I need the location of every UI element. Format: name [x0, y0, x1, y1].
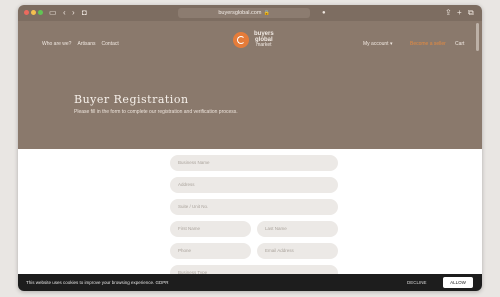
page-title: Buyer Registration [74, 93, 189, 106]
nav-who-are-we[interactable]: Who are we? [42, 41, 71, 47]
browser-window: ▭ ‹ › ◘ buyersglobal.com 🔒 ● ⇪ + ⧉ Who ar… [18, 5, 482, 291]
email-input[interactable]: Email Address [257, 243, 338, 259]
address-input[interactable]: Address [170, 177, 338, 193]
suite-input[interactable]: Suite / Unit No. [170, 199, 338, 215]
allow-button[interactable]: ALLOW [443, 277, 473, 288]
page-scrollbar[interactable] [476, 23, 479, 51]
minimize-window-button[interactable] [31, 10, 36, 15]
close-window-button[interactable] [24, 10, 29, 15]
back-icon[interactable]: ‹ [63, 7, 66, 19]
nav-contact[interactable]: Contact [102, 41, 119, 47]
tabs-icon[interactable]: ⧉ [468, 7, 474, 19]
first-name-input[interactable]: First Name [170, 221, 251, 237]
cart-link[interactable]: Cart [455, 41, 464, 47]
address-bar[interactable]: buyersglobal.com 🔒 [178, 8, 310, 18]
become-seller-link[interactable]: Become a seller [410, 41, 446, 47]
cookie-text: This website uses cookies to improve you… [26, 280, 169, 285]
maximize-window-button[interactable] [38, 10, 43, 15]
sidebar-icon[interactable]: ▭ [49, 7, 57, 19]
decline-button[interactable]: DECLINE [407, 280, 427, 285]
logo-line-3: market [256, 42, 272, 48]
page-subtitle: Please fill in the form to complete our … [74, 109, 238, 115]
share-icon[interactable]: ⇪ [445, 7, 452, 19]
main-nav: Who are we? Artisans Contact [42, 41, 125, 47]
hero-section: Who are we? Artisans Contact buyers global… [18, 21, 482, 149]
logo-text[interactable]: buyers global market [254, 31, 274, 49]
new-tab-icon[interactable]: + [457, 7, 462, 19]
last-name-input[interactable]: Last Name [257, 221, 338, 237]
reload-icon[interactable]: ● [322, 7, 326, 19]
business-name-input[interactable]: Business Name [170, 155, 338, 171]
logo-icon[interactable] [233, 32, 249, 48]
forward-icon[interactable]: › [72, 7, 75, 19]
my-account-menu[interactable]: My account ▾ [363, 41, 392, 47]
phone-input[interactable]: Phone [170, 243, 251, 259]
browser-toolbar: ▭ ‹ › ◘ buyersglobal.com 🔒 ● ⇪ + ⧉ [18, 5, 482, 21]
shield-icon[interactable]: ◘ [82, 7, 87, 19]
cookie-banner: This website uses cookies to improve you… [18, 274, 482, 291]
lock-icon: 🔒 [263, 10, 270, 16]
nav-artisans[interactable]: Artisans [77, 41, 95, 47]
url-text: buyersglobal.com [218, 10, 262, 16]
